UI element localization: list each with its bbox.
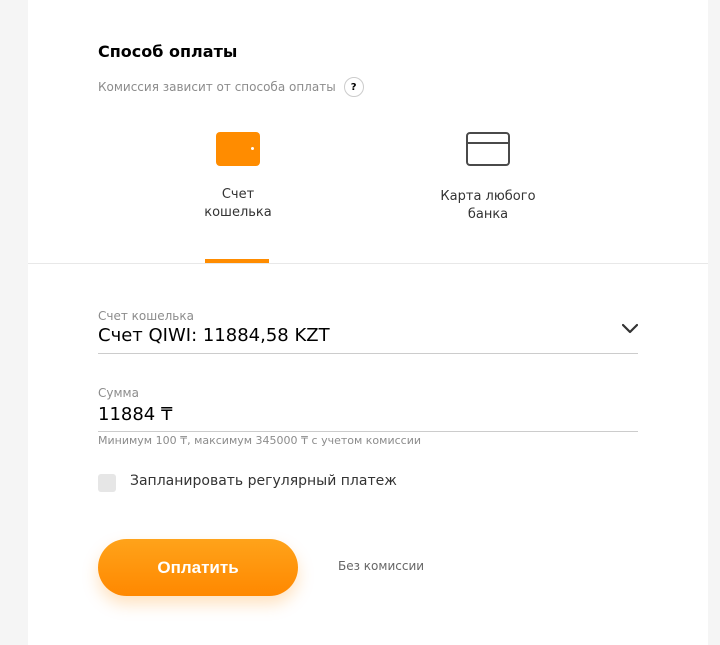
amount-field-label: Сумма [98,386,139,400]
account-select[interactable]: Счет QIWI: 11884,58 KZT [98,325,330,346]
amount-field-underline [98,431,638,432]
chevron-down-icon[interactable] [622,323,638,335]
tab-wallet[interactable]: Счет кошелька [198,130,278,222]
credit-card-icon [466,132,510,166]
amount-input[interactable]: 11884 ₸ [98,404,172,425]
wallet-icon [216,132,260,166]
fee-note: Без комиссии [338,559,425,573]
subtitle-text: Комиссия зависит от способа оплаты [98,80,336,94]
pay-button[interactable]: Оплатить [98,539,298,596]
schedule-checkbox-label[interactable]: Запланировать регулярный платеж [130,473,397,489]
amount-hint: Минимум 100 ₸, максимум 345000 ₸ с учето… [98,434,422,447]
tab-wallet-label: Счет кошелька [204,187,272,220]
help-icon[interactable]: ? [343,77,364,97]
account-field-underline [98,353,638,354]
payment-card: Способ оплаты Комиссия зависит от способ… [28,0,708,645]
section-divider [28,263,708,264]
commission-note: Комиссия зависит от способа оплаты ? [98,77,364,97]
page-title: Способ оплаты [98,42,238,61]
tab-bank-card[interactable]: Карта любого банка [423,130,553,224]
account-field-label: Счет кошелька [98,309,194,323]
tab-bank-card-label: Карта любого банка [440,189,536,222]
schedule-checkbox[interactable] [98,474,116,492]
